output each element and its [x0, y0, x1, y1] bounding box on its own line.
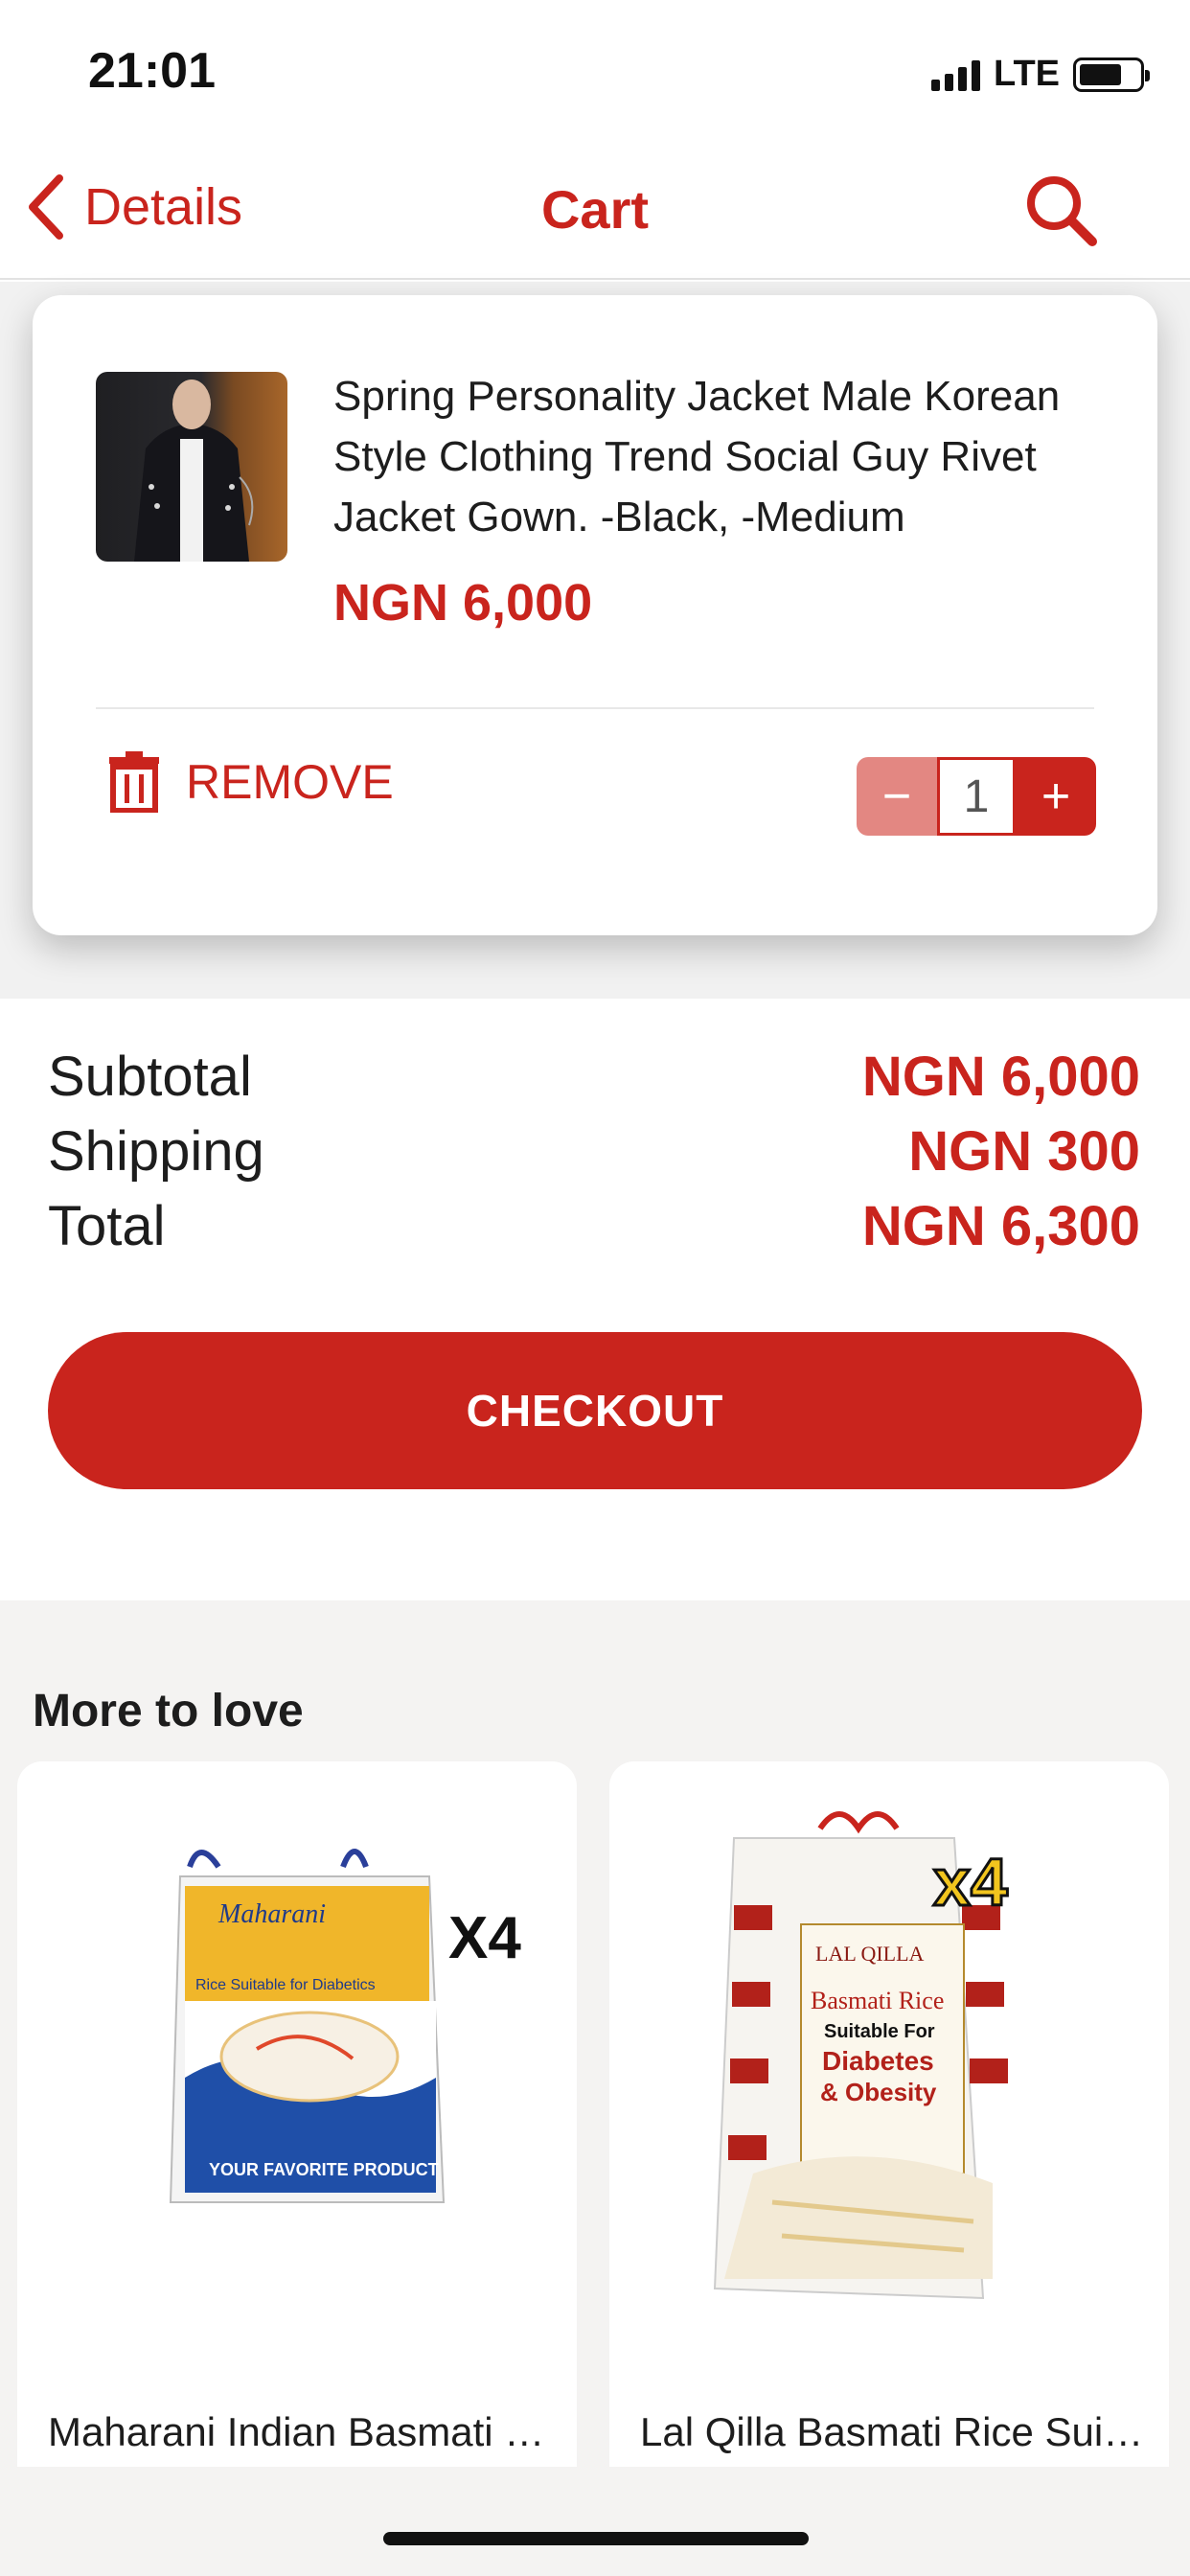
pack-text: Rice Suitable for Diabetics: [195, 1977, 376, 1993]
trash-icon: [109, 751, 159, 813]
status-time: 21:01: [88, 43, 216, 99]
checkout-button[interactable]: CHECKOUT: [48, 1332, 1142, 1489]
search-icon: [1027, 176, 1097, 246]
product-price: NGN 6,000: [333, 574, 593, 632]
product-name[interactable]: Spring Personality Jacket Male Korean St…: [333, 366, 1119, 547]
quantity-badge: X4: [448, 1905, 521, 1971]
home-indicator[interactable]: [383, 2532, 809, 2545]
pack-footer: YOUR FAVORITE PRODUCT: [209, 2160, 439, 2179]
recommendation-title: Maharani Indian Basmati Rice Suitable fo…: [48, 2409, 556, 2454]
pack-brand: Maharani: [217, 1899, 326, 1929]
bottom-safe-area: [0, 2467, 1190, 2576]
signal-bars-icon: [931, 58, 981, 91]
total-label: Total: [48, 1195, 166, 1257]
pack-text-4: & Obesity: [820, 2078, 937, 2106]
product-image: LAL QILLA Basmati Rice Suitable For Diab…: [713, 1811, 1009, 2300]
pack-text: Basmati Rice: [811, 1987, 944, 2014]
total-value: NGN 6,300: [861, 1195, 1140, 1257]
increase-quantity-button[interactable]: +: [1016, 757, 1096, 836]
quantity-stepper: − 1 +: [857, 757, 1096, 836]
recommendation-card[interactable]: Maharani Rice Suitable for Diabetics YOU…: [17, 1761, 577, 2471]
subtotal-value: NGN 6,000: [861, 1046, 1140, 1108]
cart-item-card: Spring Personality Jacket Male Korean St…: [33, 295, 1157, 935]
shipping-row: Shipping NGN 300: [48, 1119, 1140, 1184]
pack-brand: LAL QILLA: [815, 1942, 925, 1966]
pack-text-3: Diabetes: [822, 2046, 934, 2076]
subtotal-label: Subtotal: [48, 1046, 252, 1108]
product-thumbnail[interactable]: [96, 372, 287, 562]
remove-button[interactable]: REMOVE: [107, 751, 394, 813]
more-to-love-section: More to love Maharani Rice Suitable for …: [0, 1600, 1190, 2576]
status-bar: 21:01 LTE: [0, 0, 1190, 144]
decrease-quantity-button[interactable]: −: [857, 757, 937, 836]
section-title: More to love: [33, 1686, 304, 1736]
subtotal-row: Subtotal NGN 6,000: [48, 1045, 1140, 1109]
page-title: Cart: [540, 179, 650, 240]
shipping-value: NGN 300: [908, 1120, 1140, 1183]
quantity-value[interactable]: 1: [937, 757, 1016, 836]
battery-icon: [1073, 57, 1150, 92]
recommendation-title: Lal Qilla Basmati Rice Suitable For Diab…: [640, 2409, 1148, 2454]
quantity-badge: x4: [933, 1845, 1008, 1920]
pack-text-2: Suitable For: [824, 2021, 935, 2042]
jacket-image: [134, 380, 254, 562]
recommendation-card[interactable]: LAL QILLA Basmati Rice Suitable For Diab…: [609, 1761, 1169, 2471]
total-row: Total NGN 6,300: [48, 1194, 1140, 1258]
search-button[interactable]: [1023, 172, 1100, 254]
cart-area: Spring Personality Jacket Male Korean St…: [0, 282, 1190, 999]
status-icons: LTE: [931, 54, 1150, 95]
order-summary: Subtotal NGN 6,000 Shipping NGN 300 Tota…: [0, 999, 1190, 1600]
remove-label: REMOVE: [186, 755, 394, 809]
shipping-label: Shipping: [48, 1120, 264, 1183]
nav-bar: Details Cart: [0, 144, 1190, 280]
divider: [96, 707, 1094, 709]
product-image: Maharani Rice Suitable for Diabetics YOU…: [169, 1849, 521, 2203]
network-label: LTE: [994, 54, 1060, 94]
